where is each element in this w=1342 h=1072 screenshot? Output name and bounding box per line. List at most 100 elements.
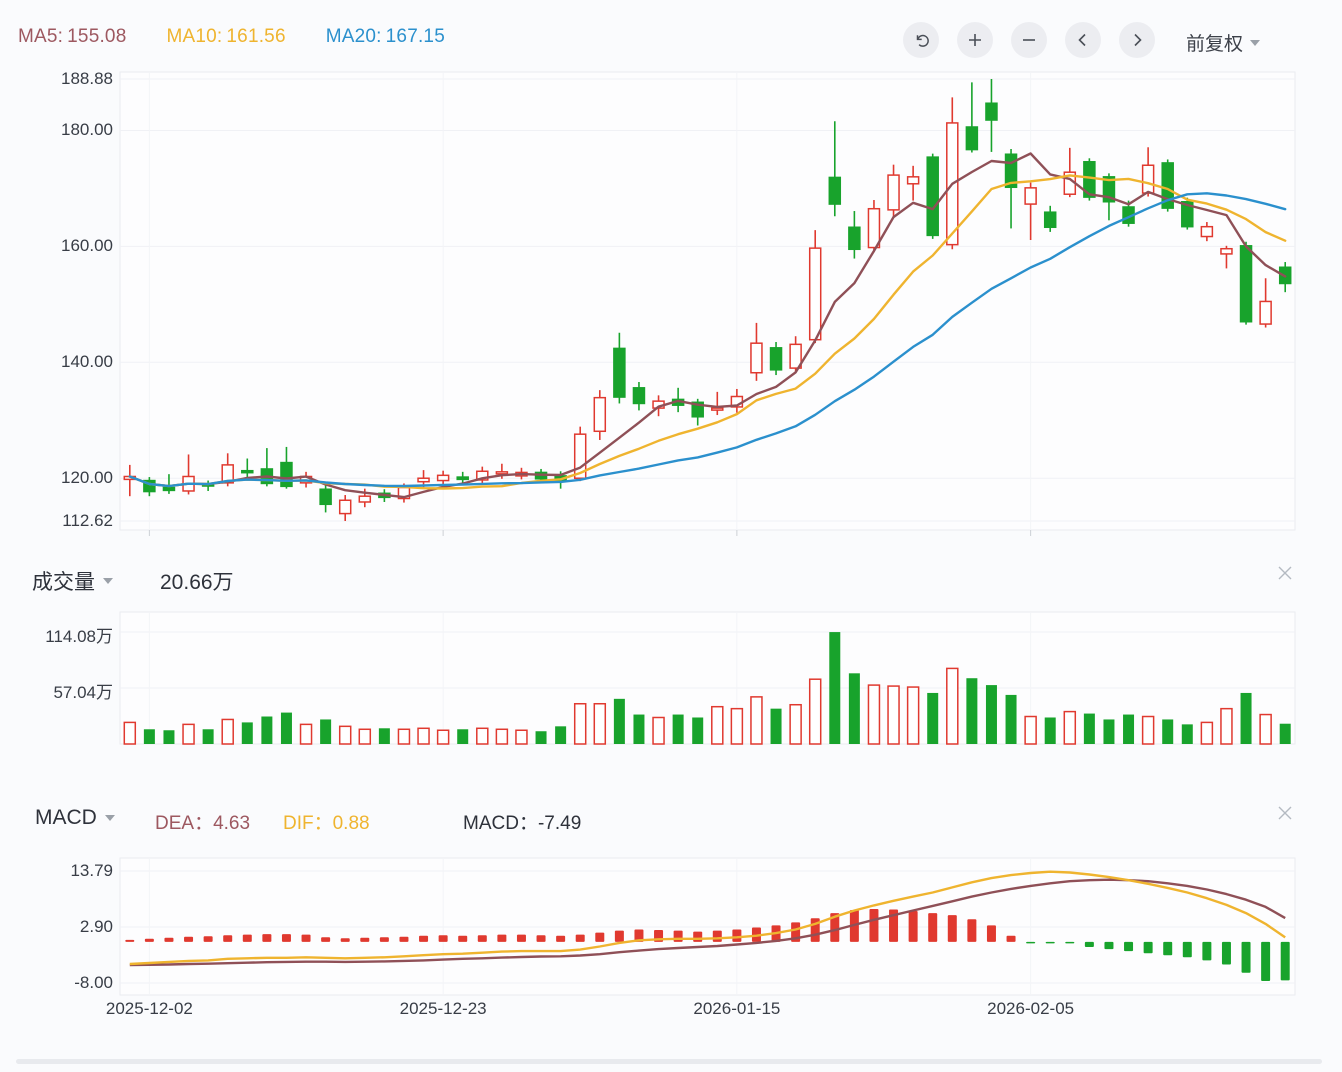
volume-bar	[1103, 719, 1114, 744]
candle-body	[712, 408, 723, 410]
candle-body	[496, 472, 507, 474]
macd-bar	[321, 937, 330, 942]
chevron-down-icon	[105, 815, 115, 821]
macd-bar	[1007, 936, 1016, 942]
volume-bar	[183, 724, 194, 744]
macd-bar	[1144, 942, 1153, 953]
macd-bar	[302, 935, 311, 942]
macd-bar	[1183, 942, 1192, 957]
volume-indicator-dropdown[interactable]: 成交量	[32, 566, 113, 596]
volume-bar	[1084, 714, 1095, 744]
price-axis-label: 120.00	[0, 468, 113, 488]
price-axis-label: 180.00	[0, 120, 113, 140]
volume-bar	[712, 707, 723, 744]
macd-bar	[1046, 942, 1055, 944]
zoom-in-button[interactable]	[957, 22, 993, 58]
macd-bar	[439, 935, 448, 942]
volume-bar	[771, 709, 782, 744]
candle-body	[359, 496, 370, 502]
volume-bar	[810, 679, 821, 744]
dif-value: 0.88	[333, 813, 370, 834]
pan-left-button[interactable]	[1065, 22, 1101, 58]
macd-bar	[419, 936, 428, 942]
candle-body	[1201, 227, 1212, 237]
chart-toolbar	[903, 22, 1155, 58]
macd-close-button[interactable]	[1272, 802, 1298, 828]
candle-body	[829, 177, 840, 204]
zoom-out-button[interactable]	[1011, 22, 1047, 58]
volume-bar	[594, 704, 605, 744]
candle-body	[908, 177, 919, 184]
volume-title: 成交量	[32, 566, 95, 596]
volume-axis-label: 57.04万	[0, 678, 113, 703]
volume-bar	[1260, 715, 1271, 744]
date-axis-label: 2025-12-02	[79, 999, 219, 1019]
candle-body	[966, 127, 977, 150]
volume-bar	[496, 729, 507, 744]
macd-bar	[1104, 942, 1113, 949]
volume-bar	[1006, 695, 1017, 744]
candle-body	[810, 248, 821, 340]
volume-bar	[751, 697, 762, 744]
macd-indicator-dropdown[interactable]: MACD	[35, 806, 115, 830]
volume-bar	[653, 717, 664, 744]
ma20-legend: MA20:167.15	[326, 26, 449, 48]
volume-bar	[1162, 719, 1173, 744]
horizontal-scrollbar[interactable]	[16, 1059, 1322, 1064]
candle-body	[927, 157, 938, 235]
adjust-mode-label: 前复权	[1186, 29, 1243, 56]
candle-body	[340, 500, 351, 513]
volume-bar	[692, 717, 703, 744]
volume-bar	[242, 722, 253, 744]
macd-bar	[1222, 942, 1231, 965]
adjust-mode-dropdown[interactable]: 前复权	[1186, 29, 1260, 56]
volume-bar	[124, 722, 135, 744]
macd-bar	[184, 937, 193, 942]
pan-right-button[interactable]	[1119, 22, 1155, 58]
volume-bar	[555, 726, 566, 744]
macd-bar	[869, 909, 878, 942]
ma20-value: 167.15	[386, 26, 445, 47]
candle-body	[163, 487, 174, 490]
macd-bar	[478, 935, 487, 942]
volume-bar	[144, 729, 155, 744]
candle-body	[1260, 301, 1271, 324]
volume-close-button[interactable]	[1272, 562, 1298, 588]
candle-body	[1045, 212, 1056, 227]
candle-body	[849, 227, 860, 249]
macd-bar	[243, 935, 252, 942]
volume-bar	[163, 730, 174, 744]
macd-dea-legend: DEA：4.63	[155, 808, 250, 835]
ma10-value: 161.56	[226, 26, 285, 47]
volume-bar	[1221, 709, 1232, 744]
candle-body	[751, 343, 762, 373]
candle-body	[438, 475, 449, 480]
candle-body	[1143, 165, 1154, 193]
volume-bar	[673, 715, 684, 744]
candle-body	[594, 398, 605, 432]
undo-button[interactable]	[903, 22, 939, 58]
dea-value: 4.63	[213, 813, 250, 834]
volume-bar	[359, 729, 370, 744]
volume-axis-label: 114.08万	[0, 622, 113, 647]
volume-bar	[731, 709, 742, 744]
macd-bar	[164, 938, 173, 942]
macd-bar	[1163, 942, 1172, 955]
volume-bar	[849, 673, 860, 744]
volume-bar	[614, 699, 625, 744]
macd-bar	[1026, 942, 1035, 944]
volume-bar	[633, 715, 644, 744]
macd-bar	[732, 930, 741, 942]
price-axis-label: 188.88	[0, 69, 113, 89]
macd-bar	[615, 931, 624, 942]
ma5-value: 155.08	[67, 26, 126, 47]
chevron-left-icon	[1075, 32, 1091, 48]
volume-bar	[829, 632, 840, 744]
volume-bar	[986, 685, 997, 744]
candle-body	[457, 477, 468, 479]
price-axis-label: 140.00	[0, 352, 113, 372]
close-icon	[1275, 803, 1295, 828]
chevron-down-icon	[103, 578, 113, 584]
macd-bar	[1065, 942, 1074, 944]
ma5-label: MA5:	[18, 26, 63, 47]
